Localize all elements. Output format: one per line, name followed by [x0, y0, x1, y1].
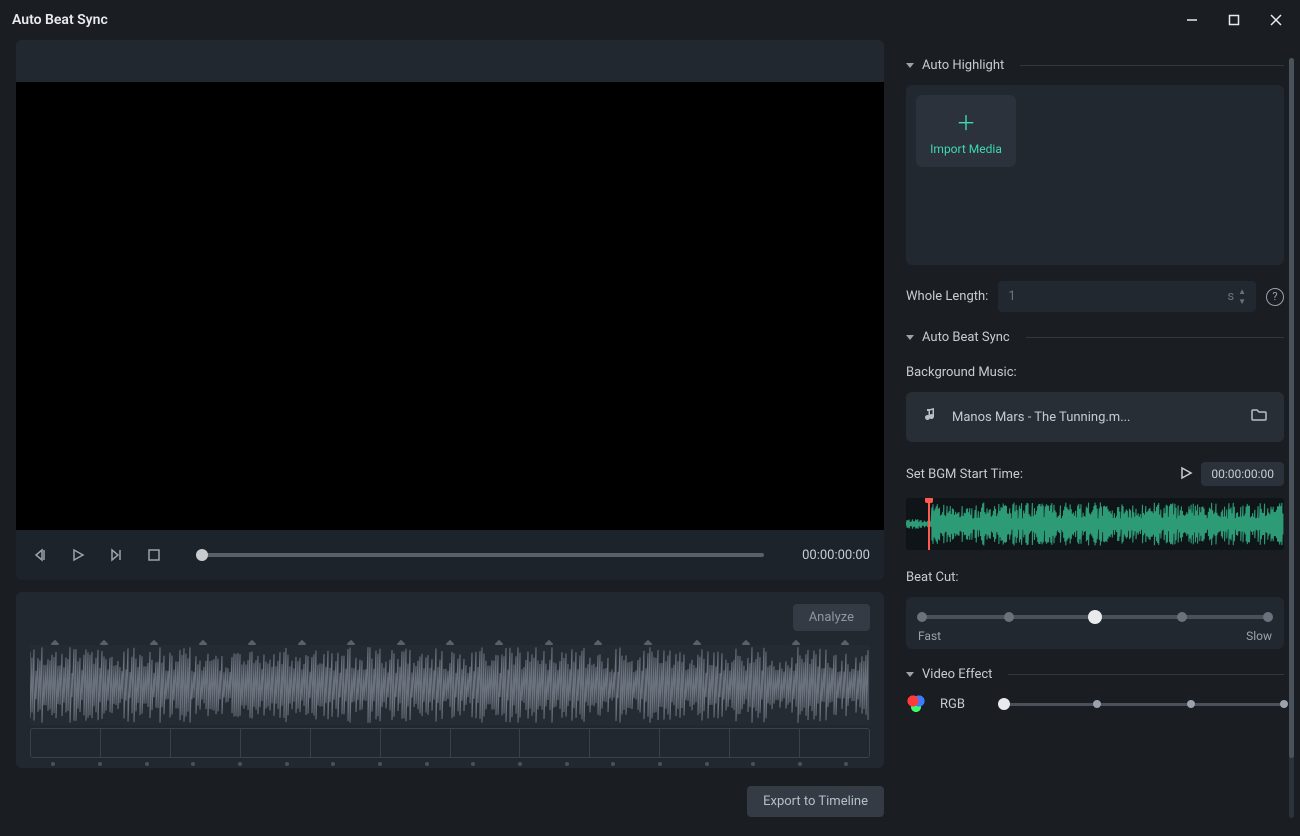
bgm-track-name: Manos Mars - The Tunning.m... — [952, 410, 1236, 425]
section-video-effect[interactable]: Video Effect — [906, 667, 1284, 682]
titlebar: Auto Beat Sync — [0, 0, 1300, 40]
help-icon[interactable]: ? — [1266, 288, 1284, 306]
chevron-down-icon — [906, 63, 914, 68]
video-effect-row: RGB — [906, 694, 1284, 714]
analysis-panel: Analyze — [16, 592, 884, 768]
bgm-play-icon[interactable] — [1179, 465, 1193, 484]
segment-ticks — [30, 758, 870, 770]
chevron-down-icon — [906, 335, 914, 340]
section-title: Auto Highlight — [922, 58, 1004, 73]
bgm-start-label: Set BGM Start Time: — [906, 467, 1023, 482]
playback-controls: 00:00:00:00 — [16, 530, 884, 580]
beat-cut-slider-box: Fast Slow — [906, 597, 1284, 649]
media-drop-area[interactable]: ＋ Import Media — [906, 85, 1284, 265]
beat-cut-slider[interactable] — [922, 615, 1268, 619]
bgm-waveform[interactable] — [906, 498, 1284, 550]
beat-fast-label: Fast — [918, 629, 941, 643]
window-controls — [1180, 8, 1288, 32]
bgm-playhead[interactable] — [928, 498, 930, 550]
section-auto-beat-sync[interactable]: Auto Beat Sync — [906, 330, 1284, 345]
section-title: Auto Beat Sync — [922, 330, 1010, 345]
section-title: Video Effect — [922, 667, 992, 682]
import-media-button[interactable]: ＋ Import Media — [916, 95, 1016, 167]
analyze-button[interactable]: Analyze — [793, 604, 870, 631]
bgm-start-time[interactable]: 00:00:00:00 — [1201, 462, 1284, 486]
prev-frame-icon[interactable] — [30, 545, 50, 565]
rgb-effect-icon — [906, 694, 926, 714]
preview-header — [16, 40, 884, 82]
stepper-icon[interactable]: ▲▼ — [1238, 287, 1246, 306]
video-preview[interactable] — [16, 82, 884, 530]
effect-name: RGB — [940, 697, 990, 712]
analysis-waveform[interactable] — [30, 645, 870, 725]
chevron-down-icon — [906, 672, 914, 677]
section-auto-highlight[interactable]: Auto Highlight — [906, 58, 1284, 73]
sidebar-scrollbar[interactable] — [1289, 58, 1294, 818]
import-label: Import Media — [930, 142, 1002, 156]
plus-icon: ＋ — [956, 107, 976, 136]
maximize-icon[interactable] — [1222, 8, 1246, 32]
whole-length-input[interactable]: 1 s ▲▼ — [998, 281, 1256, 312]
beat-slow-label: Slow — [1246, 629, 1272, 643]
play-icon[interactable] — [68, 545, 88, 565]
next-frame-icon[interactable] — [106, 545, 126, 565]
bgm-track-row: Manos Mars - The Tunning.m... — [906, 392, 1284, 442]
playback-scrubber[interactable] — [202, 553, 764, 557]
close-icon[interactable] — [1264, 8, 1288, 32]
music-note-icon — [922, 407, 938, 427]
segment-track[interactable] — [30, 728, 870, 758]
window-title: Auto Beat Sync — [12, 12, 108, 28]
folder-icon[interactable] — [1250, 406, 1268, 428]
beat-cut-label: Beat Cut: — [906, 570, 1284, 585]
stop-icon[interactable] — [144, 545, 164, 565]
export-button[interactable]: Export to Timeline — [747, 786, 884, 817]
whole-length-label: Whole Length: — [906, 289, 988, 304]
minimize-icon[interactable] — [1180, 8, 1204, 32]
effect-slider[interactable] — [1004, 703, 1284, 706]
playback-time: 00:00:00:00 — [802, 548, 870, 563]
bgm-label: Background Music: — [906, 365, 1284, 380]
preview-area: 00:00:00:00 — [16, 40, 884, 580]
